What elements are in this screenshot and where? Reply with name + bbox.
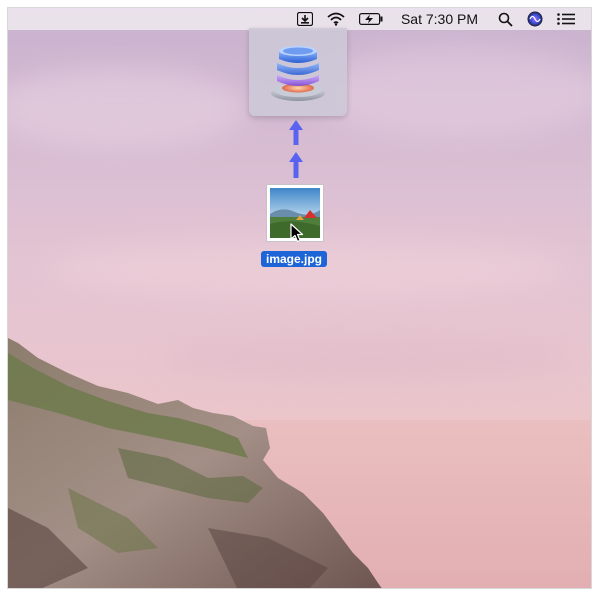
dropzone-app-icon (271, 46, 325, 101)
clock-text: Sat 7:30 PM (400, 11, 478, 27)
dropzone-drop-target[interactable] (249, 28, 347, 116)
download-status-icon[interactable] (296, 8, 313, 30)
up-arrow-icon (289, 120, 303, 145)
menu-bar-clock[interactable]: Sat 7:30 PM (401, 11, 478, 27)
desktop[interactable]: Sat 7:30 PM image.jpg (7, 7, 592, 589)
file-name-label[interactable]: image.jpg (261, 251, 328, 267)
siri-icon[interactable] (527, 8, 543, 30)
menu-bar: Sat 7:30 PM (8, 8, 591, 30)
notification-center-icon[interactable] (557, 8, 575, 30)
wifi-icon[interactable] (327, 8, 345, 30)
drag-direction-arrows (289, 120, 303, 178)
up-arrow-icon (289, 152, 303, 178)
arrow-cursor-icon (290, 223, 304, 243)
search-icon[interactable] (498, 8, 513, 30)
battery-charging-icon[interactable] (358, 8, 383, 30)
